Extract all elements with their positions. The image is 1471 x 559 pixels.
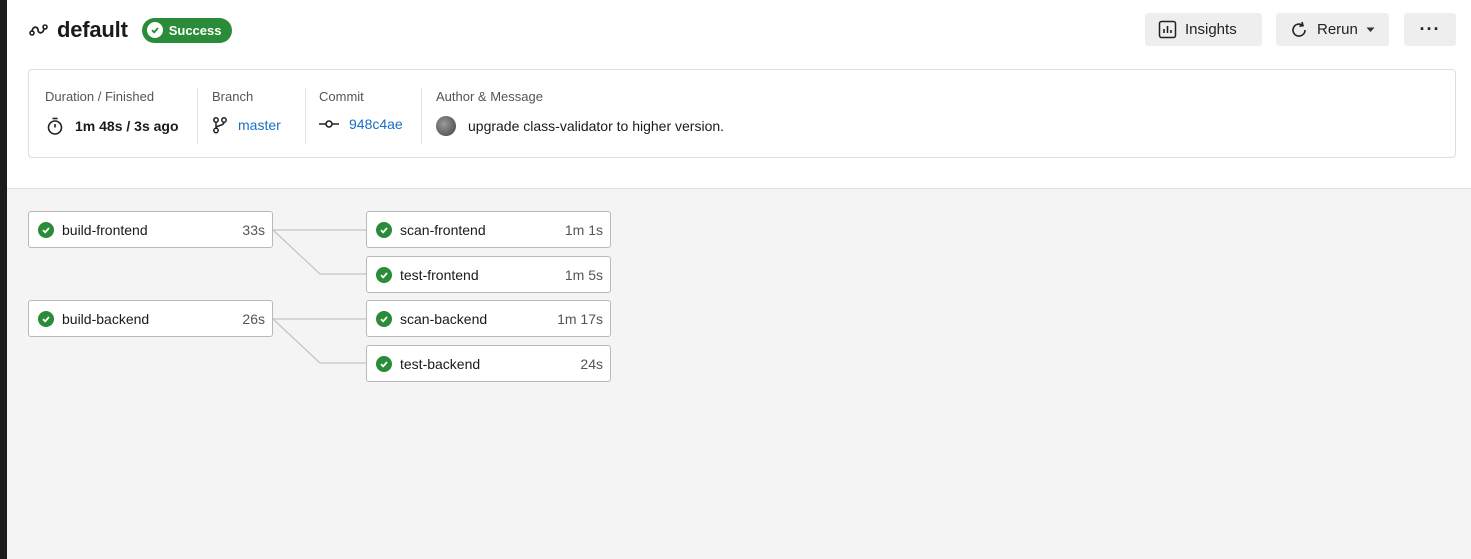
commit-message: upgrade class-validator to higher versio… (468, 118, 725, 134)
success-check-icon (376, 221, 392, 238)
success-check-icon (376, 310, 392, 327)
job-duration: 24s (580, 355, 603, 372)
job-duration: 33s (242, 221, 265, 238)
info-card: Duration / Finished 1m 48s / 3s ago Bran… (28, 69, 1456, 158)
window-edge (0, 0, 7, 559)
stopwatch-icon (45, 116, 65, 136)
rerun-button[interactable]: Rerun (1276, 13, 1389, 46)
job-scan-frontend[interactable]: scan-frontend 1m 1s (366, 211, 611, 248)
divider (197, 88, 198, 144)
job-duration: 1m 17s (557, 310, 603, 327)
avatar (436, 116, 456, 136)
success-check-icon (38, 310, 54, 327)
insights-button[interactable]: Insights (1145, 13, 1262, 46)
pipeline-header: default Success Insights Rerun ··· Durat… (7, 0, 1471, 189)
commit-label: Commit (319, 89, 364, 104)
job-name: scan-frontend (400, 221, 486, 238)
chart-icon (1158, 20, 1177, 39)
title-row: default Success (29, 16, 233, 44)
job-name: test-frontend (400, 266, 479, 283)
more-button[interactable]: ··· (1404, 13, 1456, 46)
job-build-frontend[interactable]: build-frontend 33s (28, 211, 273, 248)
branch-link[interactable]: master (238, 117, 281, 133)
job-test-backend[interactable]: test-backend 24s (366, 345, 611, 382)
status-label: Success (168, 22, 222, 38)
success-check-icon (376, 355, 392, 372)
branch-icon (212, 116, 228, 134)
job-test-frontend[interactable]: test-frontend 1m 5s (366, 256, 611, 293)
duration-label: Duration / Finished (45, 89, 155, 104)
job-name: test-backend (400, 355, 481, 372)
author-value-row: upgrade class-validator to higher versio… (436, 116, 724, 136)
job-name: scan-backend (400, 310, 488, 327)
check-icon (146, 22, 163, 38)
caret-down-icon (1366, 27, 1375, 33)
duration-value: 1m 48s / 3s ago (75, 118, 179, 134)
author-label: Author & Message (436, 89, 543, 104)
page-title: default (57, 17, 128, 42)
job-name: build-frontend (62, 221, 148, 238)
pipeline-graph: build-frontend 33s scan-frontend 1m 1s t… (7, 190, 1471, 559)
job-duration: 1m 5s (564, 266, 603, 283)
job-name: build-backend (62, 310, 150, 327)
branch-value-row: master (212, 116, 281, 134)
more-label: ··· (1419, 19, 1441, 39)
success-check-icon (38, 221, 54, 238)
insights-label: Insights (1185, 21, 1237, 38)
job-duration: 1m 1s (564, 221, 603, 238)
connector-frontend (272, 229, 366, 275)
duration-value-row: 1m 48s / 3s ago (45, 116, 179, 136)
job-scan-backend[interactable]: scan-backend 1m 17s (366, 300, 611, 337)
success-check-icon (376, 266, 392, 283)
job-build-backend[interactable]: build-backend 26s (28, 300, 273, 337)
workflow-icon (29, 20, 49, 40)
divider (421, 88, 422, 144)
divider (305, 88, 306, 144)
refresh-icon (1289, 20, 1309, 40)
commit-link[interactable]: 948c4ae (349, 116, 403, 132)
branch-label: Branch (212, 89, 254, 104)
status-badge: Success (141, 17, 233, 43)
connector-backend (272, 318, 366, 364)
rerun-label: Rerun (1317, 21, 1358, 38)
commit-value-row: 948c4ae (319, 116, 403, 132)
commit-icon (319, 118, 339, 130)
job-duration: 26s (242, 310, 265, 327)
